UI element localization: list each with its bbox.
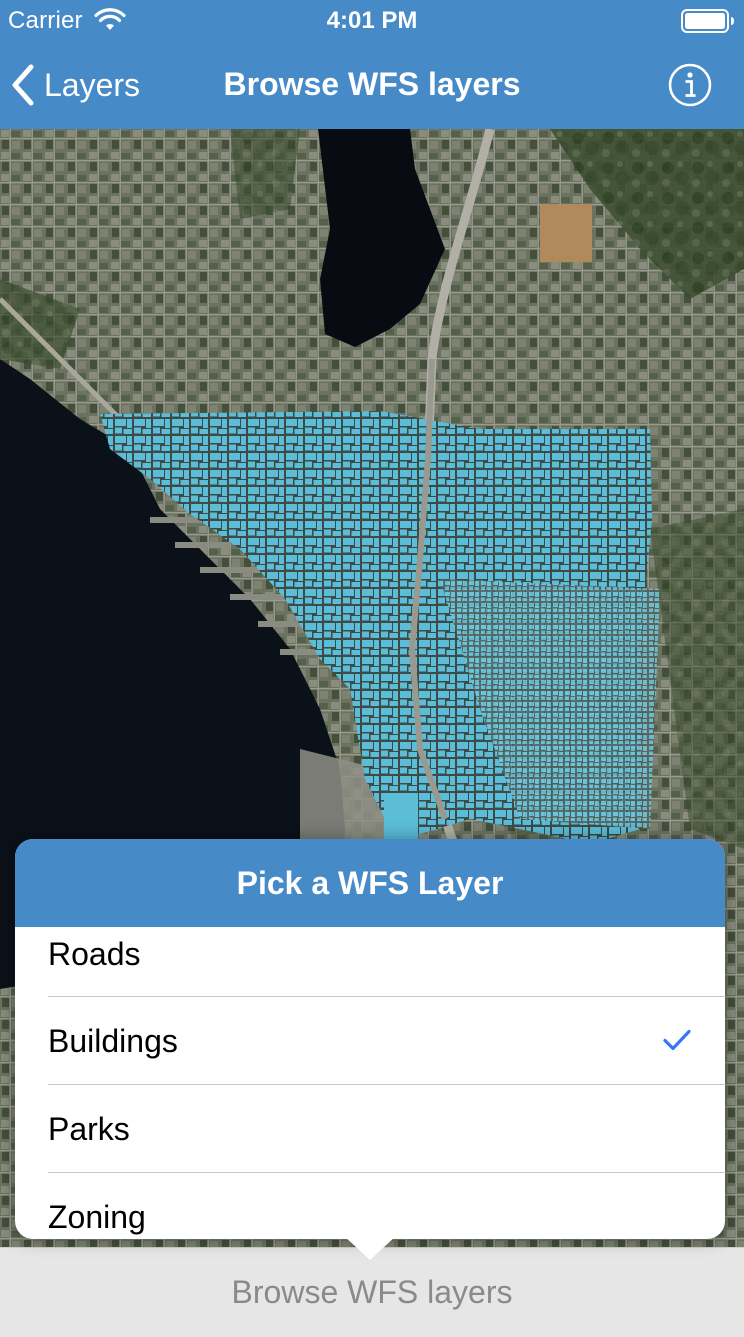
layer-label: Zoning xyxy=(48,1198,146,1235)
popover-arrow xyxy=(344,1236,396,1260)
chevron-left-icon xyxy=(12,64,34,106)
screen: Carrier 4:01 PM Layers Browse WFS layers xyxy=(0,0,744,1337)
layer-label: Buildings xyxy=(48,1022,178,1059)
layer-list[interactable]: Roads Buildings Parks Zoning xyxy=(15,927,725,1239)
layer-row-roads[interactable]: Roads xyxy=(15,927,725,997)
checkmark-icon xyxy=(663,1029,691,1051)
navigation-bar: Layers Browse WFS layers xyxy=(0,42,744,129)
layer-row-buildings[interactable]: Buildings xyxy=(15,997,725,1085)
status-bar: Carrier 4:01 PM xyxy=(0,0,744,42)
clock: 4:01 PM xyxy=(326,7,418,34)
layer-row-parks[interactable]: Parks xyxy=(15,1085,725,1173)
battery-icon xyxy=(681,9,734,33)
layer-label: Roads xyxy=(48,935,141,972)
browse-wfs-layers-button[interactable]: Browse WFS layers xyxy=(232,1274,513,1311)
info-circle-icon[interactable] xyxy=(667,62,713,108)
back-button-label: Layers xyxy=(44,66,141,103)
popover-title: Pick a WFS Layer xyxy=(15,839,725,927)
layer-label: Parks xyxy=(48,1110,130,1147)
layer-row-zoning[interactable]: Zoning xyxy=(15,1173,725,1239)
back-button[interactable]: Layers xyxy=(10,60,140,110)
page-title: Browse WFS layers xyxy=(223,66,521,102)
header: Carrier 4:01 PM Layers Browse WFS layers xyxy=(0,0,744,129)
layer-picker-popover: Pick a WFS Layer Roads Buildings Parks Z… xyxy=(15,839,725,1239)
